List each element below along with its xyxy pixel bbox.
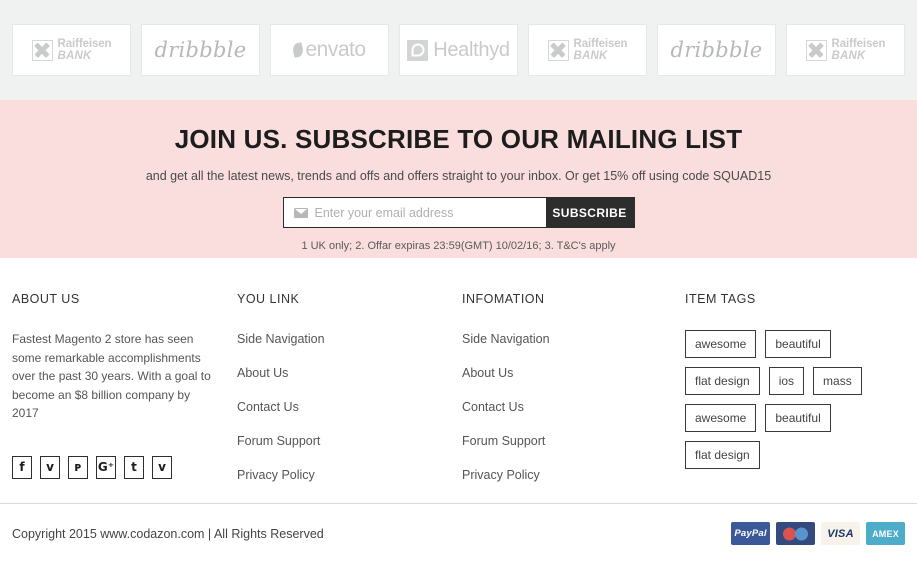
list-item: About Us [237,364,462,382]
paypal-icon: PayPal [731,522,770,545]
tag-cloud: awesome beautiful flat design ios mass a… [685,330,905,469]
list-item: Side Navigation [237,330,462,348]
bottom-bar: Copyright 2015 www.codazon.com | All Rig… [0,503,917,563]
infomation-link-list: Side Navigation About Us Contact Us Foru… [462,330,685,484]
tag-item[interactable]: beautiful [765,330,831,358]
link-contact-us[interactable]: Contact Us [462,400,524,414]
link-forum-support[interactable]: Forum Support [462,434,545,448]
link-contact-us[interactable]: Contact Us [237,400,299,414]
list-item: Forum Support [462,432,685,450]
payment-methods: PayPal VISA AMEX [731,522,905,545]
link-privacy-policy[interactable]: Privacy Policy [462,468,540,482]
brand-logo-raiffeisen-3[interactable]: Raiffeisen BANK [786,24,905,76]
brand-label-line2: BANK [57,50,92,62]
brand-label-line2: BANK [831,50,866,62]
brand-logo-raiffeisen-1[interactable]: Raiffeisen BANK [12,24,131,76]
subscribe-button[interactable]: SUBSCRIBE [545,198,634,227]
copyright-text: Copyright 2015 www.codazon.com | All Rig… [12,526,324,541]
list-item: Privacy Policy [237,466,462,484]
newsletter-section: JOIN US. SUBSCRIBE TO OUR MAILING LIST a… [0,100,917,258]
link-side-navigation[interactable]: Side Navigation [237,332,325,346]
newsletter-subtitle: and get all the latest news, trends and … [145,169,772,183]
link-about-us[interactable]: About Us [462,366,513,380]
footer-column-about: ABOUT US Fastest Magento 2 store has see… [12,292,237,500]
link-forum-support[interactable]: Forum Support [237,434,320,448]
maestro-circle-right [795,527,808,540]
raiffeisen-icon [31,39,53,61]
social-links: f ᴠ ᴘ G⁺ t v [12,455,237,479]
brand-label: dribbble [154,38,247,62]
brand-logo-raiffeisen-2[interactable]: Raiffeisen BANK [528,24,647,76]
tag-item[interactable]: flat design [685,441,760,469]
vimeo-icon[interactable]: v [152,455,172,479]
brand-label: dribbble [670,38,763,62]
link-side-navigation[interactable]: Side Navigation [462,332,550,346]
email-input[interactable] [314,205,536,220]
tag-item[interactable]: awesome [685,404,757,432]
link-about-us[interactable]: About Us [237,366,288,380]
tag-item[interactable]: ios [768,367,805,395]
list-item: Side Navigation [462,330,685,348]
pinterest-icon[interactable]: ᴘ [68,455,88,479]
envato-leaf-icon [292,42,305,58]
footer-column-you-link: YOU LINK Side Navigation About Us Contac… [237,292,462,500]
amex-icon: AMEX [866,522,905,545]
newsletter-title: JOIN US. SUBSCRIBE TO OUR MAILING LIST [174,124,743,154]
maestro-icon [776,522,815,545]
newsletter-form: SUBSCRIBE [282,197,635,228]
brand-logo-healthyd[interactable]: Healthyd [399,24,518,76]
brand-label: envato [305,38,366,61]
tag-item[interactable]: mass [813,367,862,395]
list-item: Contact Us [237,398,462,416]
visa-icon: VISA [821,522,860,545]
tag-item[interactable]: awesome [685,330,757,358]
brand-logo-strip: Raiffeisen BANK dribbble envato Healthyd… [0,0,917,100]
facebook-icon[interactable]: f [12,455,32,479]
column-heading-infomation: INFOMATION [462,292,545,306]
list-item: About Us [462,364,685,382]
brand-label-line2: BANK [573,50,608,62]
footer-columns: ABOUT US Fastest Magento 2 store has see… [0,258,917,500]
newsletter-fine-print: 1 UK only; 2. Offar expiras 23:59(GMT) 1… [301,240,616,252]
brand-logo-dribbble-1[interactable]: dribbble [141,24,260,76]
envelope-icon [293,207,308,218]
column-heading-item-tags: ITEM TAGS [685,292,756,306]
you-link-list: Side Navigation About Us Contact Us Foru… [237,330,462,484]
healthyd-icon [407,39,429,61]
column-heading-you-link: YOU LINK [237,292,300,306]
list-item: Forum Support [237,432,462,450]
list-item: Privacy Policy [462,466,685,484]
brand-label-line1: Raiffeisen [57,37,112,50]
twitter-icon[interactable]: ᴠ [40,455,60,479]
link-privacy-policy[interactable]: Privacy Policy [237,468,315,482]
list-item: Contact Us [462,398,685,416]
about-description: Fastest Magento 2 store has seen some re… [12,332,211,421]
tag-item[interactable]: flat design [685,367,760,395]
column-heading-about: ABOUT US [12,292,80,306]
brand-label-line1: Raiffeisen [573,37,628,50]
brand-logo-envato[interactable]: envato [270,24,389,76]
raiffeisen-icon [805,39,827,61]
brand-label-line1: Raiffeisen [831,37,886,50]
tag-item[interactable]: beautiful [765,404,831,432]
brand-label: Healthyd [433,38,510,61]
footer-column-infomation: INFOMATION Side Navigation About Us Cont… [462,292,685,500]
tumblr-icon[interactable]: t [124,455,144,479]
email-field-wrapper[interactable] [283,198,546,227]
raiffeisen-icon [547,39,569,61]
footer-column-item-tags: ITEM TAGS awesome beautiful flat design … [685,292,905,500]
google-plus-icon[interactable]: G⁺ [96,455,116,479]
brand-logo-dribbble-2[interactable]: dribbble [657,24,776,76]
